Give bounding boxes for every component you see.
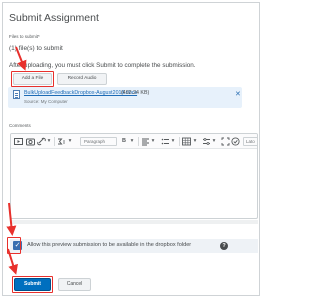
link-dropdown-chevron-icon[interactable]: ▾ — [46, 137, 52, 146]
attached-file-row: BulkUploadFeedbackDropbox-August2018.doc… — [8, 87, 242, 108]
comments-editor[interactable]: ▾ ▾ Paragraph B ▾ ▾ ▾ ▾ ▾ Lato — [10, 133, 258, 219]
attached-file-source: Source: My Computer — [24, 99, 68, 104]
help-icon[interactable]: ? — [220, 242, 228, 250]
document-icon — [13, 90, 20, 99]
insert-image-icon[interactable] — [26, 137, 35, 146]
more-dropdown-chevron-icon[interactable]: ▾ — [211, 137, 217, 146]
submission-instructions: After uploading, you must click Submit t… — [9, 62, 196, 69]
instructions-text: uploading, you must click Submit to comp… — [22, 62, 196, 69]
insert-stuff-icon[interactable] — [14, 137, 23, 146]
equation-dropdown-chevron-icon[interactable]: ▾ — [67, 137, 73, 146]
dialog-title: Submit Assignment — [9, 12, 99, 24]
preview-submission-option: ✓ Allow this preview submission to be av… — [10, 239, 258, 253]
font-family-value: Lato — [246, 139, 255, 144]
accessibility-check-icon[interactable] — [231, 137, 240, 146]
toolbar-divider — [138, 137, 139, 146]
files-count-text: (1) file(s) to submit — [9, 45, 63, 52]
remove-file-icon[interactable]: ✕ — [235, 91, 241, 98]
insert-table-icon[interactable] — [182, 137, 191, 146]
cancel-button[interactable]: Cancel — [58, 278, 91, 291]
toolbar-divider — [54, 137, 55, 146]
format-dropdown-chevron-icon[interactable]: ▾ — [129, 137, 135, 146]
align-left-icon[interactable] — [141, 137, 150, 146]
bulleted-list-icon[interactable] — [161, 137, 170, 146]
files-to-submit-label: Files to submit* — [9, 34, 40, 39]
insert-link-icon[interactable] — [37, 137, 46, 146]
fullscreen-icon[interactable] — [221, 137, 230, 146]
record-audio-button[interactable]: Record Audio — [57, 73, 107, 85]
list-dropdown-chevron-icon[interactable]: ▾ — [170, 137, 176, 146]
insert-equation-icon[interactable] — [57, 137, 66, 146]
submit-button[interactable]: Submit — [14, 278, 51, 291]
table-dropdown-chevron-icon[interactable]: ▾ — [192, 137, 198, 146]
allow-preview-label: Allow this preview submission to be avai… — [27, 242, 192, 248]
add-a-file-button[interactable]: Add a File — [13, 73, 52, 85]
submit-assignment-dialog: Submit Assignment Files to submit* (1) f… — [2, 2, 260, 296]
instructions-prefix: After — [9, 62, 23, 69]
toolbar-divider — [179, 137, 180, 146]
paragraph-format-select[interactable]: Paragraph — [80, 137, 117, 146]
paragraph-format-value: Paragraph — [84, 139, 106, 144]
editor-horizontal-scrollbar[interactable] — [10, 220, 258, 224]
align-dropdown-chevron-icon[interactable]: ▾ — [150, 137, 156, 146]
more-actions-icon[interactable] — [202, 137, 211, 146]
bold-icon[interactable]: B — [120, 137, 128, 146]
editor-toolbar: ▾ ▾ Paragraph B ▾ ▾ ▾ ▾ ▾ Lato — [11, 134, 257, 149]
comments-label: Comments — [9, 123, 31, 128]
attached-file-size: (492.24 KB) — [121, 90, 150, 96]
font-family-select[interactable]: Lato — [243, 137, 257, 146]
allow-preview-checkbox[interactable]: ✓ — [13, 241, 22, 250]
